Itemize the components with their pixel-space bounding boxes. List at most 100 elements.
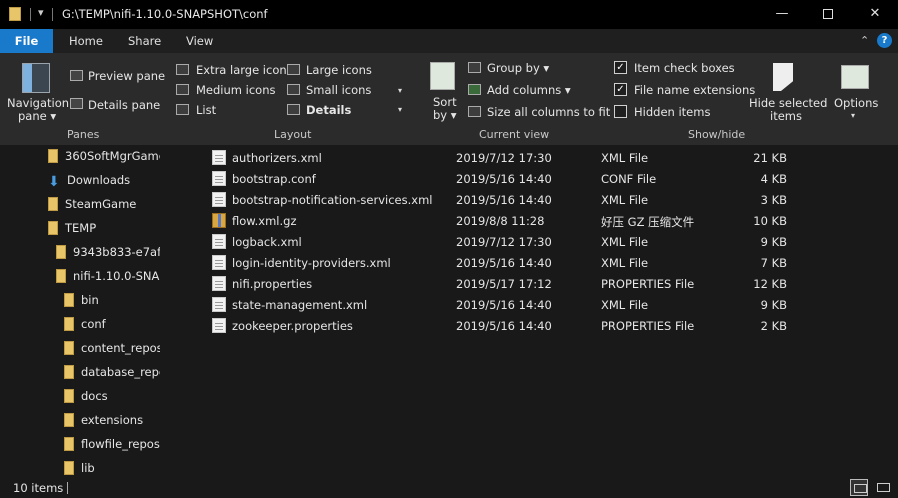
options-button[interactable]: Options (834, 96, 878, 110)
preview-pane-button[interactable]: Preview pane (88, 69, 165, 83)
extra-large-icons-option[interactable]: Extra large icons (196, 63, 293, 77)
large-icons-option[interactable]: Large icons (306, 63, 372, 77)
file-row[interactable]: authorizers.xml 2019/7/12 17:30 XML File 21… (200, 147, 898, 168)
hide-selected-items-button[interactable]: Hide selected (749, 96, 827, 110)
quick-access-dropdown-icon[interactable]: ▾ (38, 6, 44, 19)
nav-item-label: nifi-1.10.0-SNAI (73, 269, 160, 283)
nav-item-label: extensions (81, 413, 144, 427)
list-icon (176, 104, 189, 115)
options-icon[interactable] (841, 65, 869, 89)
folder-icon (56, 269, 66, 283)
hide-selected-items-button-line2[interactable]: items (770, 109, 802, 123)
options-dropdown-icon[interactable]: ▾ (851, 111, 855, 120)
file-date-modified: 2019/7/12 17:30 (456, 235, 552, 249)
tab-home[interactable]: Home (69, 29, 103, 53)
sort-by-button-line2[interactable]: by ▾ (433, 108, 457, 122)
file-row[interactable]: nifi.properties 2019/5/17 17:12 PROPERTIES… (200, 273, 898, 294)
file-type: CONF File (601, 172, 657, 186)
nav-item-label: SteamGame (65, 197, 137, 211)
file-type: XML File (601, 151, 649, 165)
layout-scroll-down-icon[interactable]: ▾ (398, 86, 402, 95)
group-by-icon (468, 62, 481, 73)
folder-icon (64, 365, 74, 379)
status-bar: 10 items (0, 477, 898, 498)
file-size: 21 KB (753, 151, 787, 165)
nav-item-label: TEMP (65, 221, 97, 235)
file-date-modified: 2019/7/12 17:30 (456, 151, 552, 165)
file-row[interactable]: login-identity-providers.xml 2019/5/16 14… (200, 252, 898, 273)
hide-selected-items-icon[interactable] (773, 63, 793, 91)
file-size: 3 KB (760, 193, 787, 207)
navigation-pane-button-line2[interactable]: pane ▾ (18, 109, 56, 123)
file-row[interactable]: zookeeper.properties 2019/5/16 14:40 PROPE… (200, 315, 898, 336)
nav-item[interactable]: nifi-1.10.0-SNAI (56, 269, 160, 291)
collapse-ribbon-icon[interactable]: ⌃ (860, 34, 869, 47)
folder-icon (64, 389, 74, 403)
file-row[interactable]: bootstrap.conf 2019/5/16 14:40 CONF File 4 … (200, 168, 898, 189)
item-check-boxes-checkbox[interactable]: ✓ (614, 61, 627, 74)
small-icons-option[interactable]: Small icons (306, 83, 371, 97)
tab-view[interactable]: View (186, 29, 213, 53)
item-check-boxes-label[interactable]: Item check boxes (634, 61, 735, 75)
folder-icon (64, 437, 74, 451)
navigation-pane-icon[interactable] (22, 63, 50, 93)
file-type: XML File (601, 235, 649, 249)
large-icons-icon (287, 64, 300, 75)
list-option[interactable]: List (196, 103, 216, 117)
current-view-group-label: Current view (479, 128, 550, 141)
details-pane-button[interactable]: Details pane (88, 98, 160, 112)
folder-icon (9, 7, 21, 21)
nav-item[interactable]: docs (64, 389, 160, 411)
file-name: bootstrap.conf (232, 172, 316, 186)
nav-item[interactable]: content_repos (64, 341, 160, 363)
close-button[interactable]: ✕ (852, 0, 898, 29)
file-row[interactable]: logback.xml 2019/7/12 17:30 XML File 9 KB (200, 231, 898, 252)
file-row[interactable]: flow.xml.gz 2019/8/8 11:28 好压 GZ 压缩文件 10 KB (200, 210, 898, 231)
document-icon (212, 150, 226, 165)
minimize-button[interactable]: — (759, 0, 805, 29)
file-size: 9 KB (760, 298, 787, 312)
nav-item[interactable]: SteamGame (48, 197, 160, 219)
tab-share[interactable]: Share (128, 29, 161, 53)
sort-by-icon[interactable] (430, 62, 455, 90)
archive-icon (212, 213, 226, 228)
file-size: 4 KB (760, 172, 787, 186)
file-row[interactable]: bootstrap-notification-services.xml 2019/… (200, 189, 898, 210)
nav-item[interactable]: database_repc (64, 365, 160, 387)
nav-item[interactable]: TEMP (48, 221, 160, 243)
help-icon[interactable]: ? (877, 33, 892, 48)
nav-item[interactable]: 9343b833-e7af- (56, 245, 160, 267)
add-columns-button[interactable]: Add columns ▾ (487, 83, 571, 97)
file-date-modified: 2019/5/16 14:40 (456, 172, 552, 186)
hidden-items-label[interactable]: Hidden items (634, 105, 710, 119)
nav-item[interactable]: extensions (64, 413, 160, 435)
nav-item[interactable]: ⬇ Downloads (48, 173, 160, 195)
item-count: 10 items (13, 481, 64, 495)
small-icons-icon (287, 84, 300, 95)
file-name: state-management.xml (232, 298, 368, 312)
group-by-button[interactable]: Group by ▾ (487, 61, 549, 75)
large-icons-view-button[interactable] (874, 479, 892, 496)
title-bar: ▾ G:\TEMP\nifi-1.10.0-SNAPSHOT\conf — ✕ (0, 0, 898, 29)
medium-icons-option[interactable]: Medium icons (196, 83, 275, 97)
layout-expand-icon[interactable]: ▾ (398, 105, 402, 114)
sort-by-button[interactable]: Sort (433, 95, 457, 109)
details-option[interactable]: Details (306, 103, 351, 117)
details-view-button[interactable] (850, 479, 868, 496)
nav-item[interactable]: 360SoftMgrGame (48, 149, 160, 171)
navigation-pane-button[interactable]: Navigation (7, 96, 69, 110)
nav-item-label: content_repos (81, 341, 160, 355)
nav-item[interactable]: flowfile_repos (64, 437, 160, 459)
size-all-columns-button[interactable]: Size all columns to fit (487, 105, 610, 119)
file-list: authorizers.xml 2019/7/12 17:30 XML File 21… (200, 145, 898, 477)
hidden-items-checkbox[interactable] (614, 105, 627, 118)
file-name-extensions-checkbox[interactable]: ✓ (614, 83, 627, 96)
tab-file[interactable]: File (0, 29, 53, 53)
nav-item[interactable]: bin (64, 293, 160, 315)
nav-item-label: lib (81, 461, 95, 475)
nav-item[interactable]: conf (64, 317, 160, 339)
maximize-button[interactable] (805, 0, 851, 29)
file-row[interactable]: state-management.xml 2019/5/16 14:40 XML F… (200, 294, 898, 315)
folder-icon (64, 461, 74, 475)
file-name-extensions-label[interactable]: File name extensions (634, 83, 755, 97)
